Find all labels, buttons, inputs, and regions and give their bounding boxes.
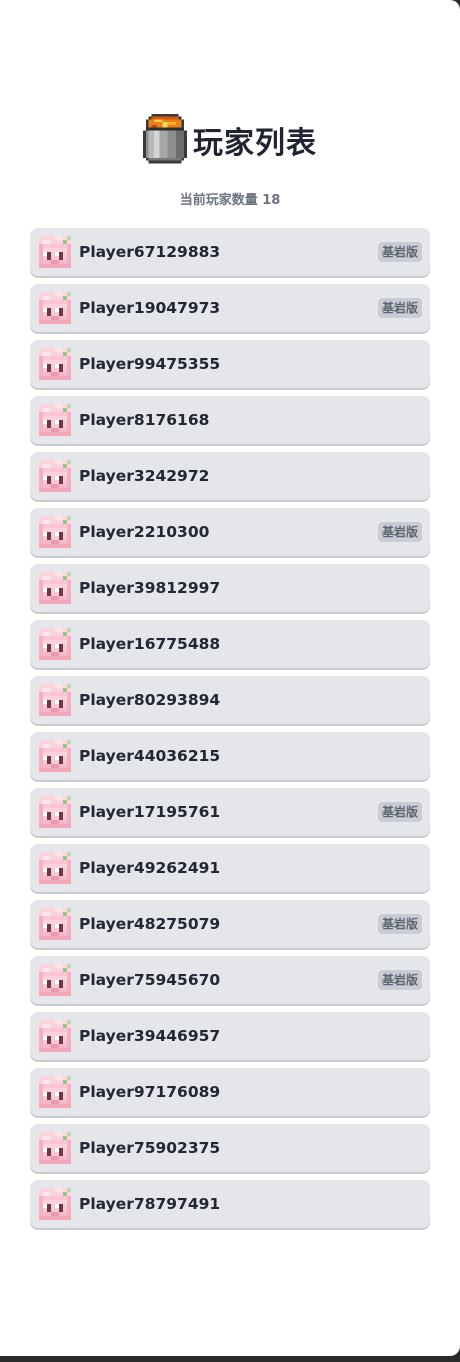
edition-badge: 基岩版 (377, 914, 422, 934)
player-avatar-icon (39, 404, 71, 436)
player-name: Player75902375 (79, 1139, 221, 1157)
edition-badge: 基岩版 (377, 522, 422, 542)
player-name: Player78797491 (79, 1195, 221, 1213)
page-header: 玩家列表 (0, 112, 460, 168)
player-row[interactable]: Player67129883 基岩版 (30, 228, 430, 276)
player-avatar-icon (39, 964, 71, 996)
player-row[interactable]: Player80293894 (30, 676, 430, 724)
player-name: Player97176089 (79, 1083, 221, 1101)
player-row[interactable]: Player48275079 基岩版 (30, 900, 430, 948)
player-row[interactable]: Player19047973 基岩版 (30, 284, 430, 332)
player-avatar-icon (39, 740, 71, 772)
player-avatar-icon (39, 348, 71, 380)
player-list-card: 玩家列表 当前玩家数量 18 Player67129883 基岩版 Player… (0, 0, 460, 1356)
edition-badge: 基岩版 (377, 970, 422, 990)
player-row[interactable]: Player78797491 (30, 1180, 430, 1228)
player-row[interactable]: Player39812997 (30, 564, 430, 612)
player-row[interactable]: Player39446957 (30, 1012, 430, 1060)
player-avatar-icon (39, 1020, 71, 1052)
player-row[interactable]: Player75902375 (30, 1124, 430, 1172)
player-name: Player67129883 (79, 243, 221, 261)
player-row[interactable]: Player2210300 基岩版 (30, 508, 430, 556)
player-avatar-icon (39, 292, 71, 324)
player-avatar-icon (39, 1188, 71, 1220)
player-row[interactable]: Player44036215 (30, 732, 430, 780)
edition-badge: 基岩版 (377, 242, 422, 262)
player-row[interactable]: Player8176168 (30, 396, 430, 444)
player-name: Player49262491 (79, 859, 221, 877)
player-name: Player75945670 (79, 971, 221, 989)
player-count: 当前玩家数量 18 (179, 193, 281, 208)
player-list: Player67129883 基岩版 Player19047973 基岩版 Pl… (30, 228, 430, 1236)
page-title: 玩家列表 (193, 126, 317, 161)
player-row[interactable]: Player17195761 基岩版 (30, 788, 430, 836)
player-name: Player17195761 (79, 803, 221, 821)
player-avatar-icon (39, 852, 71, 884)
player-name: Player3242972 (79, 467, 210, 485)
player-name: Player39812997 (79, 579, 221, 597)
player-row[interactable]: Player3242972 (30, 452, 430, 500)
player-name: Player2210300 (79, 523, 210, 541)
player-name: Player39446957 (79, 1027, 221, 1045)
player-row[interactable]: Player16775488 (30, 620, 430, 668)
player-avatar-icon (39, 460, 71, 492)
player-avatar-icon (39, 1132, 71, 1164)
player-name: Player80293894 (79, 691, 221, 709)
player-name: Player19047973 (79, 299, 221, 317)
player-name: Player48275079 (79, 915, 221, 933)
player-avatar-icon (39, 516, 71, 548)
player-row[interactable]: Player97176089 (30, 1068, 430, 1116)
edition-badge: 基岩版 (377, 298, 422, 318)
player-avatar-icon (39, 1076, 71, 1108)
player-row[interactable]: Player99475355 (30, 340, 430, 388)
player-name: Player8176168 (79, 411, 210, 429)
edition-badge: 基岩版 (377, 802, 422, 822)
player-avatar-icon (39, 796, 71, 828)
player-name: Player99475355 (79, 355, 221, 373)
player-avatar-icon (39, 684, 71, 716)
player-row[interactable]: Player49262491 (30, 844, 430, 892)
player-avatar-icon (39, 628, 71, 660)
player-avatar-icon (39, 908, 71, 940)
player-name: Player44036215 (79, 747, 221, 765)
player-avatar-icon (39, 572, 71, 604)
player-name: Player16775488 (79, 635, 221, 653)
player-row[interactable]: Player75945670 基岩版 (30, 956, 430, 1004)
player-avatar-icon (39, 236, 71, 268)
lava-bucket-icon (143, 114, 187, 164)
